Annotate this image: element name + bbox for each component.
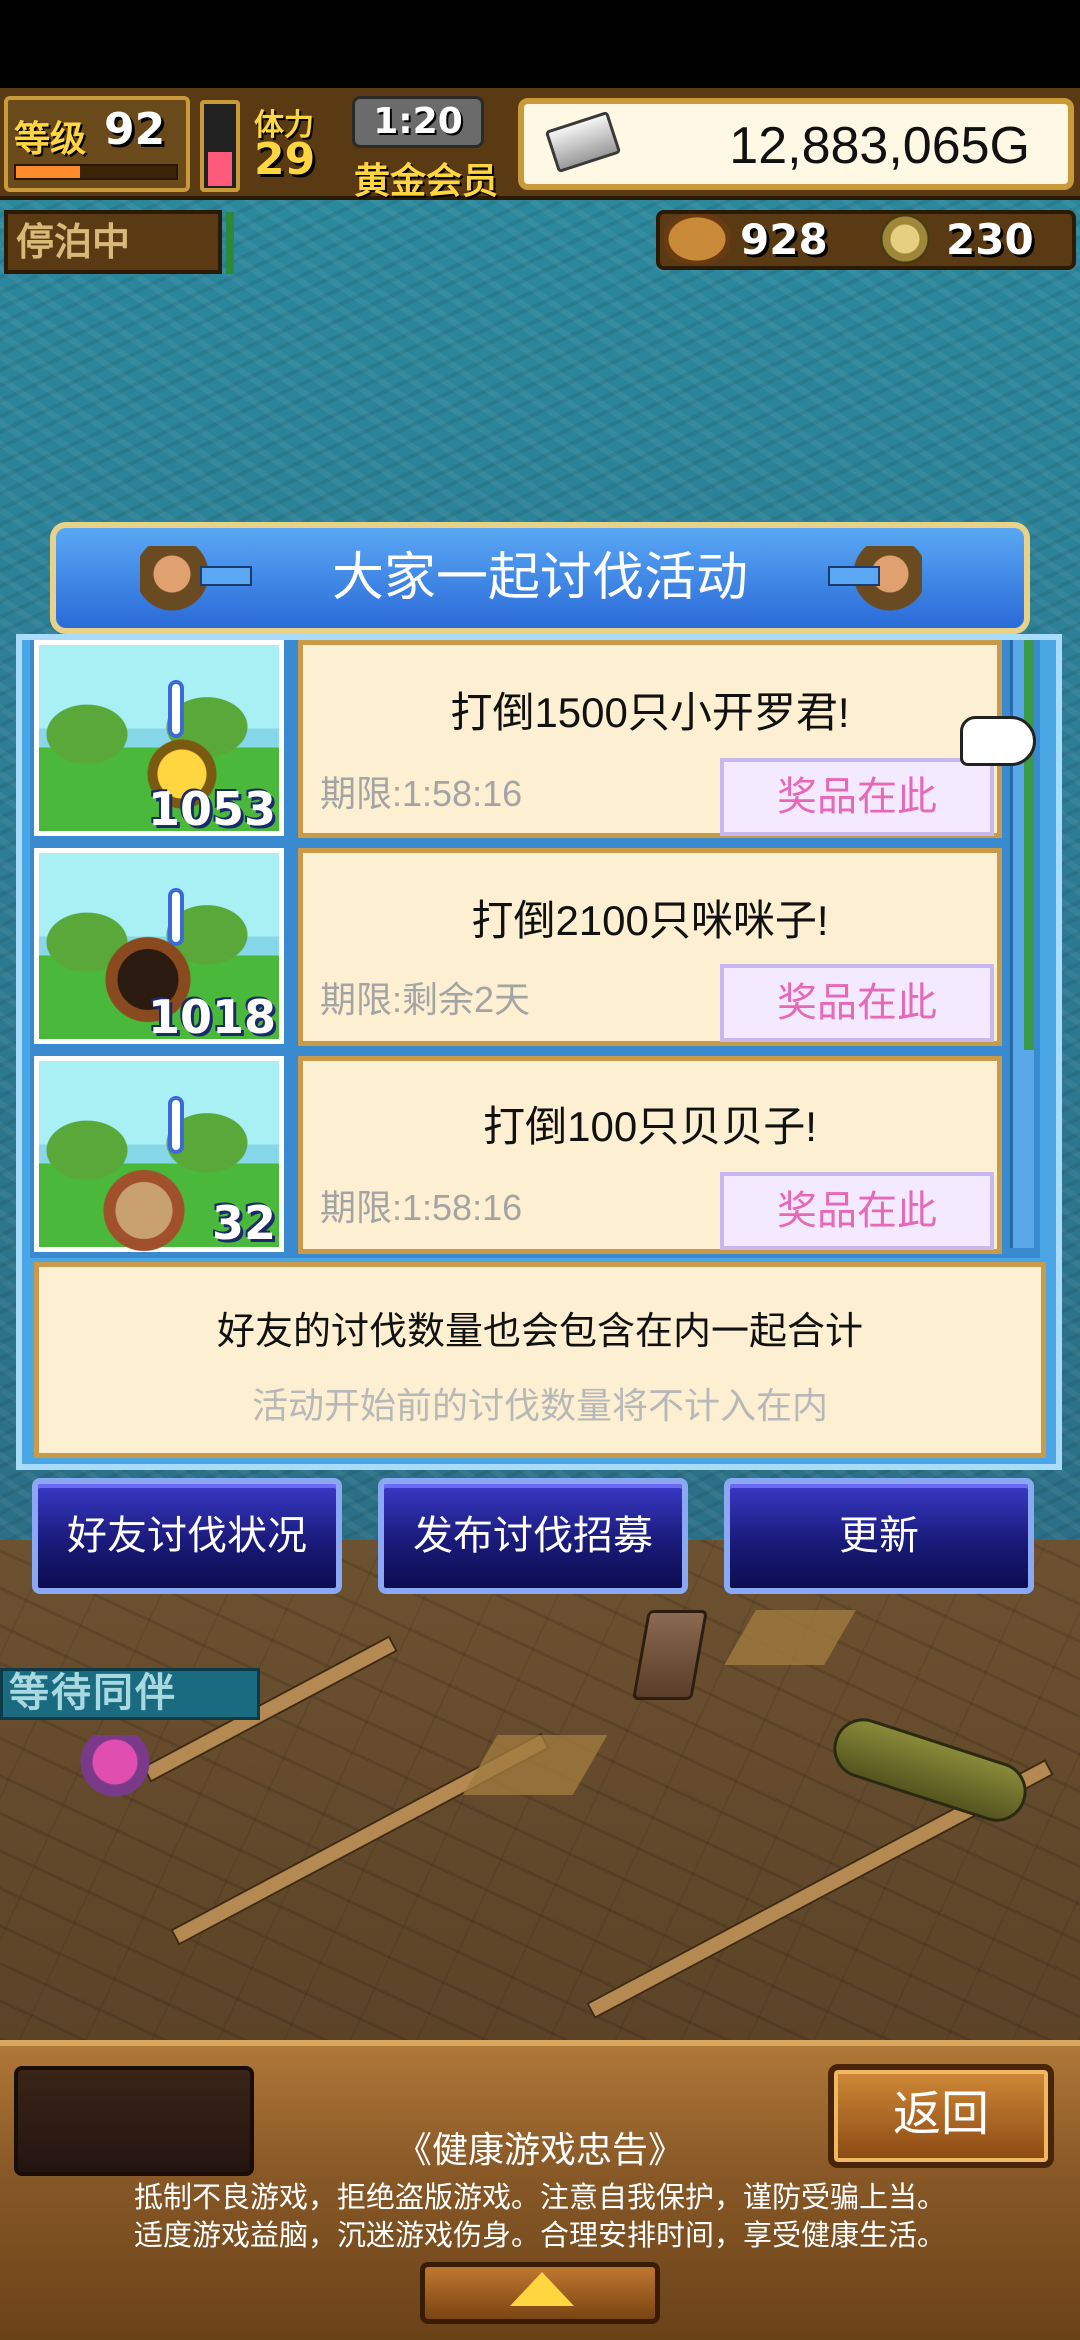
pointing-hand-icon	[960, 716, 1036, 766]
status-bar	[0, 0, 1080, 88]
level-progress-bar	[14, 164, 178, 180]
level-progress-fill	[16, 166, 80, 178]
note-sub-text: 活动开始前的讨伐数量将不计入在内	[251, 1385, 828, 1426]
mission-title: 打倒1500只小开罗君!	[450, 689, 850, 736]
crew-character[interactable]	[80, 1735, 150, 1825]
level-value: 92	[104, 104, 166, 155]
scrollbar-thumb[interactable]	[1024, 640, 1034, 1050]
stamina-label: 体力	[254, 108, 314, 143]
stamina-value: 29	[254, 134, 316, 185]
waiting-companion-banner: 等待同伴	[0, 1668, 260, 1720]
reward-button[interactable]: 奖品在此	[720, 964, 994, 1042]
level-label: 等级	[14, 119, 87, 160]
mission-deadline: 期限:1:58:16	[320, 1187, 523, 1228]
triangle-up-icon	[510, 2272, 574, 2306]
bread-count: 928	[740, 215, 828, 264]
coin-icon	[880, 214, 930, 264]
health-notice-line: 适度游戏益脑，沉迷游戏伤身。合理安排时间，享受健康生活。	[133, 2220, 946, 2252]
stamina-timer: 1:20	[352, 96, 484, 148]
exclamation-icon	[168, 1096, 184, 1154]
defeat-count: 1053	[147, 782, 276, 836]
gold-amount: 12,883,065G	[729, 117, 1030, 175]
note-main-text: 好友的讨伐数量也会包含在内一起合计	[216, 1311, 863, 1353]
defeat-count: 32	[211, 1196, 276, 1250]
stamina-gauge-fill	[208, 152, 232, 186]
membership-label: 黄金会员	[354, 161, 499, 202]
coin-count: 230	[946, 215, 1034, 264]
reward-button[interactable]: 奖品在此	[720, 758, 994, 836]
mission-deadline: 期限:剩余2天	[320, 979, 531, 1020]
friends-status-button[interactable]: 好友讨伐状况	[32, 1478, 342, 1594]
dock-status-indicator	[226, 212, 234, 274]
mission-title: 打倒100只贝贝子!	[483, 1103, 817, 1150]
post-recruit-button[interactable]: 发布讨伐招募	[378, 1478, 688, 1594]
health-notice-title: 《健康游戏忠告》	[395, 2129, 684, 2170]
defeat-count: 1018	[147, 990, 276, 1044]
mission-deadline: 期限:1:58:16	[320, 773, 523, 814]
reward-button[interactable]: 奖品在此	[720, 1172, 994, 1250]
dock-status-badge[interactable]: 停泊中	[4, 210, 222, 274]
refresh-button[interactable]: 更新	[724, 1478, 1034, 1594]
bread-icon	[664, 214, 730, 264]
dialog-title: 大家一起讨伐活动	[331, 549, 748, 607]
mission-title: 打倒2100只咪咪子!	[471, 897, 829, 944]
